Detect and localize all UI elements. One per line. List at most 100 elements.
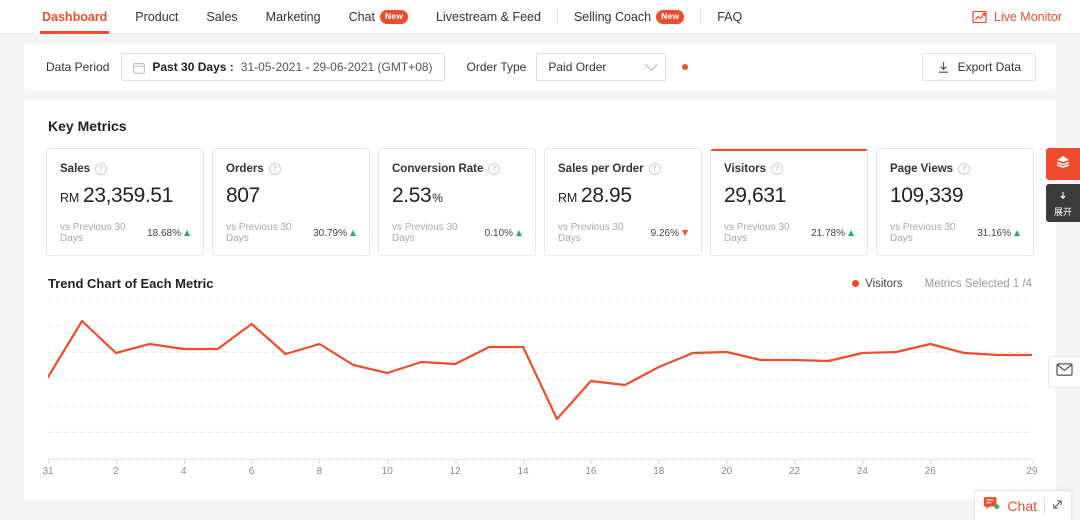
arrow-down-icon [682, 230, 688, 236]
metric-card-title: Orders [226, 163, 264, 175]
metric-card-value: 109,339 [890, 184, 1020, 208]
chart-legend-visitors[interactable]: Visitors [852, 278, 903, 290]
question-icon[interactable]: ? [771, 163, 783, 175]
x-axis-tick: 20 [721, 460, 732, 477]
nav-item-sales[interactable]: Sales [192, 0, 251, 33]
arrow-up-icon [516, 230, 522, 236]
date-range-picker[interactable]: Past 30 Days : 31-05-2021 - 29-06-2021 (… [121, 53, 444, 81]
metrics-selected-count[interactable]: Metrics Selected 1 /4 [925, 278, 1032, 290]
metric-card-conversion-rate[interactable]: Conversion Rate? 2.53% vs Previous 30 Days… [378, 148, 536, 256]
nav-badge-new: New [380, 10, 408, 24]
x-axis-tick: 18 [653, 460, 664, 477]
chat-divider [1044, 498, 1045, 513]
trend-chart[interactable]: 31246810121416182022242629 [48, 299, 1032, 484]
nav-item-selling-coach[interactable]: Selling CoachNew [560, 0, 698, 33]
mail-shortcut-button[interactable] [1048, 356, 1080, 388]
metric-card-value: RM23,359.51 [60, 184, 190, 208]
arrow-up-icon [1014, 230, 1020, 236]
trend-chart-header: Trend Chart of Each Metric Visitors Metr… [48, 276, 1032, 291]
metric-card-sales-per-order[interactable]: Sales per Order?RM28.95vs Previous 30 Da… [544, 148, 702, 256]
x-axis-tick: 14 [517, 460, 528, 477]
order-type-value: Paid Order [548, 60, 606, 74]
metric-delta-value: 0.10% [485, 228, 513, 239]
metric-card-page-views[interactable]: Page Views? 109,339 vs Previous 30 Days31.… [876, 148, 1034, 256]
nav-item-label: Dashboard [42, 10, 107, 24]
question-icon[interactable]: ? [488, 163, 500, 175]
arrow-up-icon [184, 230, 190, 236]
shop-shortcut-button[interactable] [1046, 148, 1080, 180]
metric-suffix: % [432, 191, 443, 205]
metric-card-visitors[interactable]: Visitors?29,631vs Previous 30 Days21.78% [710, 148, 868, 256]
nav-item-marketing[interactable]: Marketing [252, 0, 335, 33]
x-axis-tick: 8 [317, 460, 323, 477]
metric-number: 2.53 [392, 184, 431, 208]
filter-bar: Data Period Past 30 Days : 31-05-2021 - … [24, 44, 1056, 90]
x-axis-tick: 22 [789, 460, 800, 477]
nav-item-livestream-feed[interactable]: Livestream & Feed [422, 0, 555, 33]
nav-item-label: Product [135, 10, 178, 24]
metric-delta: 18.68% [147, 228, 190, 239]
live-monitor-button[interactable]: Live Monitor [972, 0, 1062, 33]
order-type-label: Order Type [467, 60, 527, 74]
metric-card-footer: vs Previous 30 Days31.16% [890, 222, 1020, 244]
x-axis-tick: 6 [249, 460, 255, 477]
chevron-down-icon [645, 58, 658, 71]
question-icon[interactable]: ? [269, 163, 281, 175]
calendar-icon [133, 61, 145, 73]
trend-chart-title: Trend Chart of Each Metric [48, 276, 213, 291]
nav-item-label: FAQ [717, 10, 742, 24]
metric-number: 29,631 [724, 184, 786, 208]
expand-panel-label: 展开 [1054, 208, 1072, 217]
x-axis-tick: 31 [42, 460, 53, 477]
question-icon[interactable]: ? [649, 163, 661, 175]
metric-delta-value: 30.79% [313, 228, 347, 239]
nav-item-dashboard[interactable]: Dashboard [28, 0, 121, 33]
nav-badge-new: New [656, 10, 684, 24]
metric-card-sales[interactable]: Sales? RM23,359.51 vs Previous 30 Days18.6… [46, 148, 204, 256]
metric-card-footer: vs Previous 30 Days 30.79% [226, 222, 356, 244]
metric-card-value: RM28.95 [558, 184, 688, 208]
metric-card-orders[interactable]: Orders? 807 vs Previous 30 Days 30.79% [212, 148, 370, 256]
metric-card-list: Sales?RM23,359.51vs Previous 30 Days18.6… [40, 148, 1040, 256]
page-title: Key Metrics [48, 118, 1040, 134]
nav-item-product[interactable]: Product [121, 0, 192, 33]
metric-delta: 30.79% [313, 228, 356, 239]
key-metrics-panel: Key Metrics Sales? RM23,359.51 vs Previous… [24, 100, 1056, 500]
x-axis-tick: 2 [113, 460, 119, 477]
metric-card-value: 29,631 [724, 184, 854, 208]
chart-line-visitors [48, 321, 1032, 419]
metric-card-footer: vs Previous 30 Days18.68% [60, 222, 190, 244]
shop-badge-icon [1054, 153, 1072, 176]
order-type-select[interactable]: Paid Order [536, 53, 666, 81]
nav-item-faq[interactable]: FAQ [703, 0, 756, 33]
metric-card-value: 807 [226, 184, 356, 208]
metric-delta-value: 18.68% [147, 228, 181, 239]
download-arrow-icon [1056, 189, 1070, 207]
chat-widget[interactable]: Chat [974, 490, 1072, 520]
nav-separator [700, 10, 701, 23]
nav-item-label: Chat [349, 10, 375, 24]
metric-card-header: Sales? [60, 163, 190, 175]
metric-comparison-label: vs Previous 30 Days [558, 222, 641, 244]
x-axis-tick: 24 [857, 460, 868, 477]
export-data-button[interactable]: Export Data [922, 53, 1036, 81]
question-icon[interactable]: ? [958, 163, 970, 175]
expand-arrow-icon[interactable] [1052, 497, 1063, 515]
nav-item-chat[interactable]: Chat New [335, 0, 422, 33]
metric-delta: 9.26% [651, 228, 688, 239]
legend-dot-icon [852, 280, 859, 287]
chat-label: Chat [1007, 498, 1037, 514]
expand-panel-button[interactable]: 展开 [1046, 184, 1080, 222]
metric-card-value: 2.53% [392, 184, 522, 208]
metric-number: 807 [226, 184, 260, 208]
metric-comparison-label: vs Previous 30 Days [226, 222, 303, 244]
x-axis-tick: 26 [925, 460, 936, 477]
metric-card-title: Sales [60, 163, 90, 175]
metric-number: 28.95 [581, 184, 632, 208]
metric-card-header: Orders? [226, 163, 356, 175]
metric-card-header: Page Views? [890, 163, 1020, 175]
metric-card-title: Conversion Rate [392, 163, 483, 175]
x-axis-tick: 16 [585, 460, 596, 477]
question-icon[interactable]: ? [95, 163, 107, 175]
metric-card-footer: vs Previous 30 Days0.10% [392, 222, 522, 244]
